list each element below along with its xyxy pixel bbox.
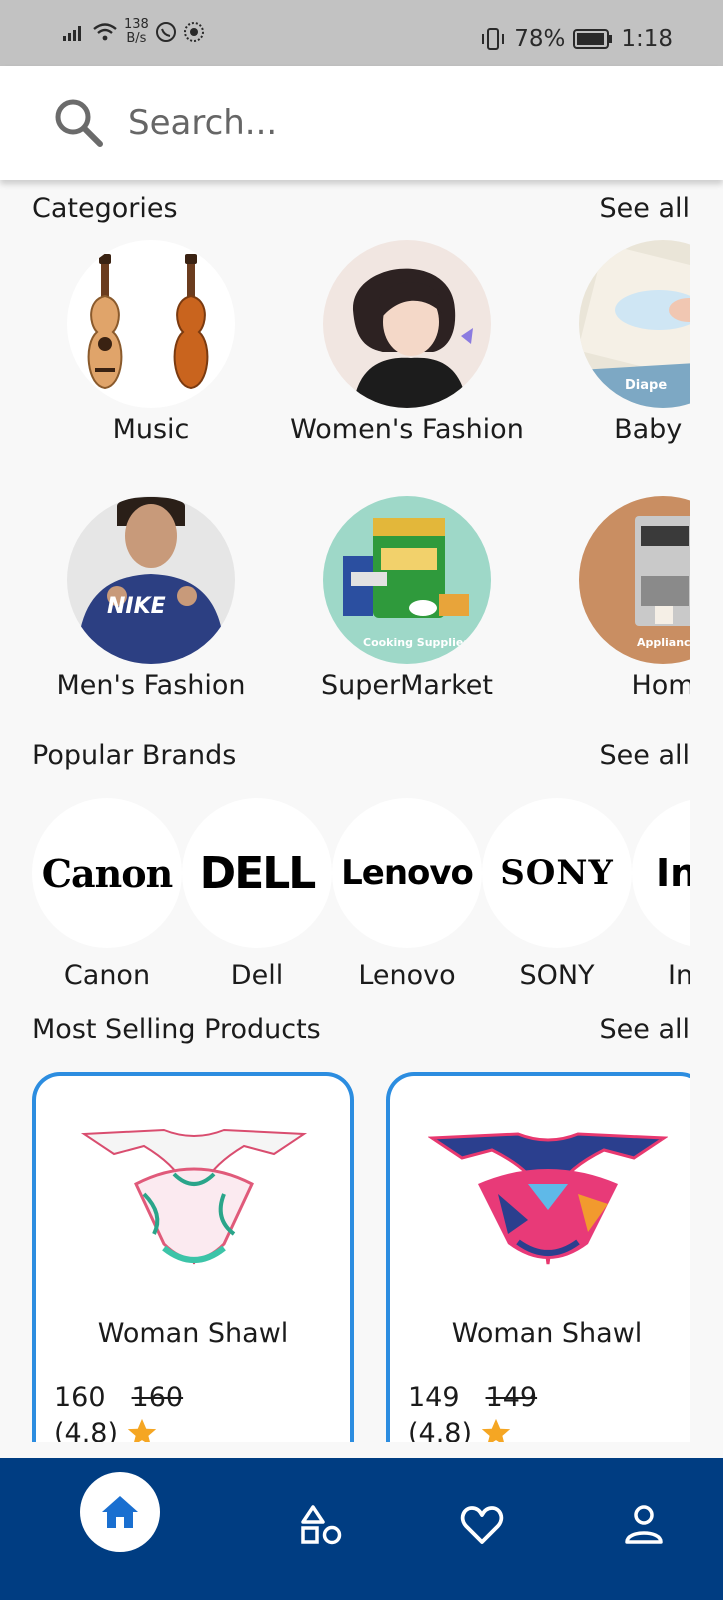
home-icon	[102, 1496, 138, 1528]
brands-title: Popular Brands	[32, 740, 237, 771]
category-image-caption: Cooking Supplies	[363, 636, 470, 649]
product-card[interactable]: Woman Shawl 149 149 (4.8)	[386, 1072, 690, 1442]
product-rating: (4.8)	[54, 1416, 160, 1442]
vibrate-icon	[482, 28, 505, 50]
shawl-image	[428, 1132, 668, 1265]
battery-percent: 78%	[514, 26, 566, 52]
category-label: Hom	[631, 670, 690, 701]
rating-value: (4.8)	[54, 1417, 119, 1443]
profile-icon[interactable]	[624, 1504, 664, 1546]
category-mens-fashion[interactable]: NIKE Men's Fashion	[20, 496, 282, 701]
network-speed-value: 138	[124, 17, 149, 32]
categories-see-all-link[interactable]: See all	[600, 193, 691, 224]
categories-grid: Music Women's Fashion Diape Baby &	[0, 240, 690, 720]
brand-label: In	[668, 960, 690, 988]
brand-logo-circle: Canon	[32, 798, 182, 948]
brands-row: Canon Canon DELL Dell Lenovo Lenovo SONY…	[0, 798, 690, 988]
current-price: 160	[54, 1382, 106, 1413]
woman-illustration	[352, 268, 473, 408]
guitar-image	[87, 254, 209, 390]
products-title: Most Selling Products	[32, 1014, 321, 1045]
brand-label: Lenovo	[358, 960, 456, 988]
man-hoodie-image	[77, 497, 225, 664]
shawl-image	[80, 1128, 308, 1265]
heart-icon[interactable]	[460, 1506, 504, 1546]
categories-header: Categories See all	[32, 193, 690, 224]
canon-logo: Canon	[41, 850, 173, 896]
category-music[interactable]: Music	[20, 240, 282, 445]
brand-canon[interactable]: Canon Canon	[32, 798, 182, 988]
category-baby[interactable]: Diape Baby &	[532, 240, 690, 445]
category-image-caption: Appliance	[637, 636, 690, 649]
category-image: NIKE	[67, 496, 235, 664]
star-icon	[127, 1418, 157, 1442]
product-rating: (4.8)	[408, 1416, 514, 1442]
search-bar	[0, 66, 723, 180]
category-image	[323, 240, 491, 408]
products-header: Most Selling Products See all	[32, 1014, 690, 1045]
battery-icon	[573, 29, 613, 49]
sync-icon	[183, 22, 204, 42]
brand-infinix[interactable]: Inf In	[632, 798, 690, 988]
products-see-all-link[interactable]: See all	[600, 1014, 691, 1045]
bottom-nav	[0, 1458, 723, 1600]
category-image: Appliance	[579, 496, 690, 664]
whatsapp-icon	[155, 22, 176, 42]
status-left: 138 B/s	[62, 18, 205, 46]
category-image	[67, 240, 235, 408]
nav-home-button[interactable]	[80, 1472, 160, 1552]
category-supermarket[interactable]: Cooking Supplies SuperMarket	[276, 496, 538, 701]
network-speed: 138 B/s	[124, 18, 149, 46]
category-image-caption: Diape	[625, 378, 668, 393]
brand-logo-circle: DELL	[182, 798, 332, 948]
brand-label: SONY	[519, 960, 595, 988]
category-home[interactable]: Appliance Hom	[532, 496, 690, 701]
categories-title: Categories	[32, 193, 178, 224]
search-icon[interactable]	[52, 96, 104, 148]
brand-label: Dell	[230, 960, 284, 988]
products-row: Woman Shawl 160 160 (4.8) Woman Shawl 14…	[0, 1072, 690, 1442]
brand-logo-circle: SONY	[482, 798, 632, 948]
category-label: Music	[112, 414, 190, 445]
brand-logo-circle: Inf	[632, 798, 690, 948]
infinix-logo: Inf	[656, 851, 690, 895]
category-label: Women's Fashion	[290, 414, 524, 445]
brand-logo-circle: Lenovo	[332, 798, 482, 948]
wifi-icon	[93, 23, 117, 41]
brand-dell[interactable]: DELL Dell	[182, 798, 332, 988]
search-input[interactable]	[128, 98, 648, 148]
brand-label: Canon	[63, 960, 151, 988]
current-price: 149	[408, 1382, 460, 1413]
categories-icon[interactable]	[300, 1504, 342, 1546]
category-label: Baby &	[614, 414, 690, 445]
lenovo-logo: Lenovo	[341, 853, 474, 893]
old-price: 149	[485, 1382, 538, 1413]
brand-lenovo[interactable]: Lenovo Lenovo	[332, 798, 482, 988]
product-price: 160 160	[54, 1382, 183, 1413]
brand-sony[interactable]: SONY SONY	[482, 798, 632, 988]
rating-value: (4.8)	[408, 1417, 473, 1443]
category-image: Cooking Supplies	[323, 496, 491, 664]
dell-logo: DELL	[199, 847, 317, 899]
category-image: Diape	[579, 240, 690, 408]
status-bar: 138 B/s 78% 1:18	[0, 0, 723, 66]
product-price: 149 149	[408, 1382, 537, 1413]
status-right: 78% 1:18	[480, 26, 673, 52]
product-card[interactable]: Woman Shawl 160 160 (4.8)	[32, 1072, 354, 1442]
nike-logo-text: NIKE	[107, 594, 166, 619]
category-label: SuperMarket	[321, 670, 493, 701]
clock: 1:18	[621, 26, 673, 52]
brands-see-all-link[interactable]: See all	[600, 740, 691, 771]
category-label: Men's Fashion	[56, 670, 246, 701]
old-price: 160	[131, 1382, 184, 1413]
product-name: Woman Shawl	[451, 1318, 643, 1349]
category-womens-fashion[interactable]: Women's Fashion	[276, 240, 538, 445]
star-icon	[481, 1418, 511, 1442]
signal-icon	[63, 26, 81, 41]
network-speed-unit: B/s	[126, 31, 147, 46]
sony-logo: SONY	[500, 853, 614, 893]
product-name: Woman Shawl	[97, 1318, 289, 1349]
brands-header: Popular Brands See all	[32, 740, 690, 771]
